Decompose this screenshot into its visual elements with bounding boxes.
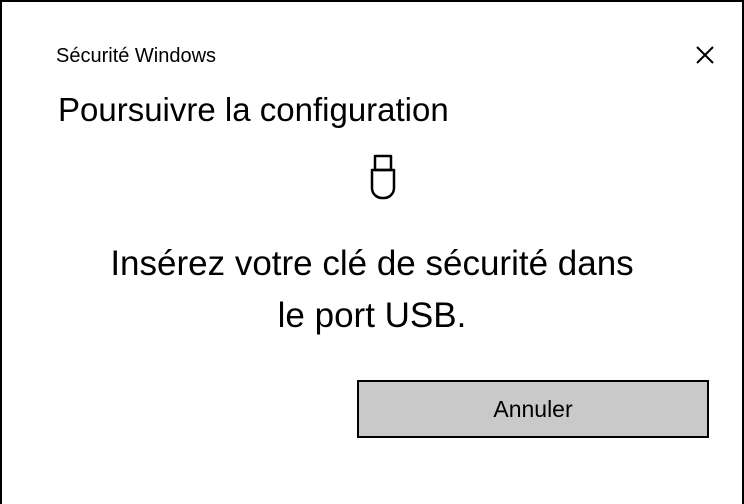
instruction-message: Insérez votre clé de sécurité dans le po…: [2, 238, 742, 342]
dialog-app-title: Sécurité Windows: [56, 45, 217, 67]
usb-key-icon: [370, 154, 396, 200]
instruction-line-2: le port USB.: [277, 296, 467, 335]
instruction-line-1: Insérez votre clé de sécurité dans: [110, 244, 634, 283]
close-button[interactable]: [690, 40, 720, 70]
dialog-heading: Poursuivre la configuration: [58, 91, 449, 128]
close-icon: [696, 46, 714, 64]
cancel-button[interactable]: Annuler: [357, 380, 709, 438]
security-key-dialog: Sécurité Windows Poursuivre la configura…: [0, 0, 744, 504]
